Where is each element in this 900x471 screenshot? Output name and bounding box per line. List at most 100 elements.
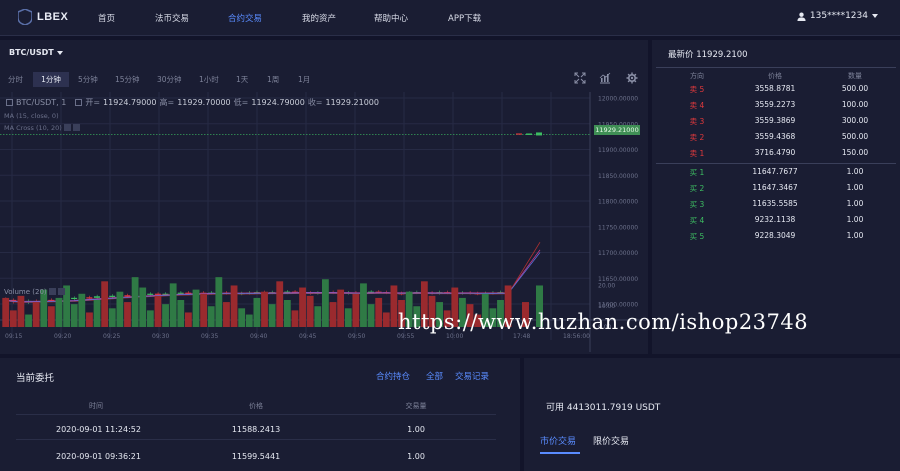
current-price-tag: 11929.21000 xyxy=(594,125,640,135)
volume-bar xyxy=(329,302,337,327)
price-axis-tick: 11900.00000 xyxy=(598,147,638,154)
indicator-icon[interactable] xyxy=(599,72,611,84)
price-axis-tick: 11700.00000 xyxy=(598,250,638,257)
orders-title: 当前委托 xyxy=(16,373,55,384)
order-row[interactable]: 2020-09-01 09:36:21 11599.5441 1.00 xyxy=(16,449,496,467)
bid-row[interactable]: 买 5 9228.3049 1.00 xyxy=(652,229,900,244)
time-axis-tick: 09:50 xyxy=(348,333,365,340)
time-axis-tick: 09:55 xyxy=(397,333,414,340)
bid-qty: 1.00 xyxy=(846,167,864,176)
volume-label: Volume (20) xyxy=(4,288,47,296)
nav-home[interactable]: 首页 xyxy=(98,12,115,24)
interval-30m[interactable]: 30分钟 xyxy=(153,72,186,87)
nav-contract-trade[interactable]: 合约交易 xyxy=(228,12,262,24)
user-phone: 135****1234 xyxy=(809,11,868,21)
volume-bar xyxy=(70,304,78,327)
price-axis-tick: 11850.00000 xyxy=(598,173,638,180)
bid-price: 11647.3467 xyxy=(752,183,798,192)
volume-bar xyxy=(283,300,291,327)
volume-bar xyxy=(169,283,177,327)
nav-my-assets[interactable]: 我的资产 xyxy=(302,12,336,24)
book-header: 方向 价格 数量 xyxy=(652,69,900,83)
ask-row[interactable]: 卖 5 3558.8781 500.00 xyxy=(652,82,900,97)
trade-panel: 可用 4413011.7919 USDT 市价交易 限价交易 xyxy=(524,358,900,471)
interval-5m[interactable]: 5分钟 xyxy=(74,72,102,87)
close-icon[interactable] xyxy=(72,124,80,131)
ask-row[interactable]: 卖 4 3559.2273 100.00 xyxy=(652,98,900,113)
candle xyxy=(177,292,184,294)
volume-axis-tick: 20.00 xyxy=(598,282,615,289)
volume-bar xyxy=(124,302,131,327)
order-row[interactable]: 2020-09-01 11:24:52 11588.2413 1.00 xyxy=(16,422,496,440)
interval-1w[interactable]: 1周 xyxy=(263,72,283,87)
time-axis-tick: 17:48 xyxy=(513,333,530,340)
nav-fiat-trade[interactable]: 法币交易 xyxy=(155,12,189,24)
nav-help-center[interactable]: 帮助中心 xyxy=(374,12,408,24)
divider xyxy=(656,163,896,164)
bid-side: 买 3 xyxy=(689,200,705,209)
ma-cross-slow-line xyxy=(5,252,541,303)
ask-row[interactable]: 卖 2 3559.4368 500.00 xyxy=(652,130,900,145)
settings-icon[interactable] xyxy=(48,288,56,295)
volume-bar xyxy=(268,304,276,327)
ask-qty: 300.00 xyxy=(841,116,869,125)
tab-limit-trade[interactable]: 限价交易 xyxy=(593,434,629,447)
all-orders-link[interactable]: 全部 xyxy=(426,370,443,382)
volume-bar xyxy=(382,312,390,327)
settings-gear-icon[interactable] xyxy=(626,72,638,84)
ask-row[interactable]: 卖 1 3716.4790 150.00 xyxy=(652,146,900,161)
volume-bar xyxy=(238,308,246,327)
volume-bar xyxy=(344,308,352,327)
volume-bar xyxy=(131,277,139,327)
bid-row[interactable]: 买 3 11635.5585 1.00 xyxy=(652,197,900,212)
interval-bar: 分时 1分钟 5分钟 15分钟 30分钟 1小时 1天 1周 1月 xyxy=(0,70,648,88)
chart-panel: BTC/USDT 分时 1分钟 5分钟 15分钟 30分钟 1小时 1天 1周 … xyxy=(0,40,648,354)
candle xyxy=(109,295,116,297)
fullscreen-icon[interactable] xyxy=(574,72,586,84)
interval-1mo[interactable]: 1月 xyxy=(294,72,314,87)
order-time: 2020-09-01 09:36:21 xyxy=(56,452,141,461)
nav-app-download[interactable]: APP下载 xyxy=(448,12,481,24)
logo[interactable]: LBEX xyxy=(18,9,68,25)
bid-price: 11635.5585 xyxy=(752,199,798,208)
bid-row[interactable]: 买 1 11647.7677 1.00 xyxy=(652,165,900,180)
time-axis-tick: 18:56:00 xyxy=(563,333,590,340)
time-axis-tick: 09:20 xyxy=(54,333,71,340)
interval-timeline[interactable]: 分时 xyxy=(4,72,27,87)
collapse-icon[interactable] xyxy=(6,99,13,106)
bid-row[interactable]: 买 2 11647.3467 1.00 xyxy=(652,181,900,196)
tab-market-trade[interactable]: 市价交易 xyxy=(540,434,576,447)
close-value: 11929.21000 xyxy=(325,98,379,107)
volume-bar xyxy=(337,289,345,327)
volume-bar xyxy=(352,293,360,327)
chevron-down-icon xyxy=(56,50,63,55)
ask-qty: 100.00 xyxy=(841,100,869,109)
interval-1h[interactable]: 1小时 xyxy=(195,72,223,87)
volume-bar xyxy=(17,295,25,327)
bid-row[interactable]: 买 4 9232.1138 1.00 xyxy=(652,213,900,228)
latest-price-label: 最新价 xyxy=(668,50,694,60)
low-value: 11924.79000 xyxy=(251,98,305,107)
ask-qty: 500.00 xyxy=(841,84,869,93)
interval-1d[interactable]: 1天 xyxy=(232,72,252,87)
interval-1m[interactable]: 1分钟 xyxy=(33,72,69,87)
eye-icon[interactable] xyxy=(75,99,83,106)
volume-bar xyxy=(162,304,169,327)
close-label: 收= xyxy=(307,98,323,107)
settings-icon[interactable] xyxy=(63,124,71,131)
interval-15m[interactable]: 15分钟 xyxy=(111,72,144,87)
volume-bar xyxy=(2,297,10,327)
user-menu[interactable]: 135****1234 xyxy=(797,11,878,21)
trade-history-link[interactable]: 交易记录 xyxy=(455,370,489,382)
volume-bar xyxy=(261,291,268,327)
bid-price: 11647.7677 xyxy=(752,167,798,176)
volume-bar xyxy=(390,285,398,327)
volume-bar xyxy=(299,287,306,327)
close-icon[interactable] xyxy=(57,288,65,295)
ask-row[interactable]: 卖 3 3559.3869 300.00 xyxy=(652,114,900,129)
pair-selector[interactable]: BTC/USDT xyxy=(9,48,63,57)
orders-header: 时间 价格 交易量 xyxy=(16,399,496,415)
contract-positions-link[interactable]: 合约持仓 xyxy=(376,370,410,382)
user-icon xyxy=(797,12,806,21)
volume-bar xyxy=(314,306,322,327)
